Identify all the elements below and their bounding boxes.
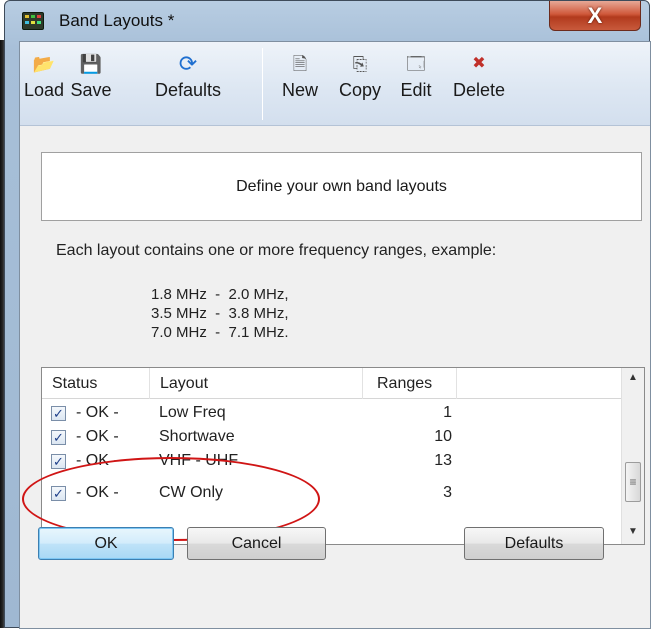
load-label: Load: [23, 80, 65, 100]
copy-icon: ⎘: [352, 54, 368, 74]
defaults-label: Defaults: [154, 80, 222, 100]
banner-text: Define your own band layouts: [236, 177, 447, 195]
delete-button[interactable]: ✖ Delete: [444, 50, 514, 122]
delete-x-icon: ✖: [472, 55, 486, 72]
row-ranges: 3: [443, 484, 452, 501]
delete-label: Delete: [452, 80, 506, 100]
app-icon: [22, 12, 44, 30]
window-title: Band Layouts *: [59, 11, 175, 30]
row-ranges: 10: [434, 428, 452, 445]
cancel-button[interactable]: Cancel: [187, 527, 326, 560]
info-text: Each layout contains one or more frequen…: [56, 242, 497, 259]
example-line: 7.0 MHz - 7.1 MHz.: [151, 324, 289, 341]
floppy-disk-icon: 💾: [79, 54, 103, 74]
toolbar: 📂 Load 💾 Save ⟳ Defaults 🗎 New ⎘ Copy 🗔: [20, 42, 650, 126]
column-header-status[interactable]: Status: [42, 368, 150, 399]
load-button[interactable]: 📂 Load: [22, 50, 66, 122]
title-bar[interactable]: Band Layouts * X: [5, 1, 649, 41]
new-button[interactable]: 🗎 New: [274, 50, 326, 122]
row-checkbox[interactable]: ✓: [51, 454, 66, 469]
row-ranges: 13: [434, 452, 452, 469]
edit-label: Edit: [400, 80, 432, 100]
example-line: 3.5 MHz - 3.8 MHz,: [151, 305, 289, 322]
ok-button[interactable]: OK: [38, 527, 174, 560]
save-label: Save: [70, 80, 112, 100]
close-button[interactable]: X: [549, 1, 641, 31]
row-checkbox[interactable]: ✓: [51, 406, 66, 421]
new-document-icon: 🗎: [292, 54, 308, 74]
close-icon: X: [587, 2, 603, 28]
refresh-arrows-icon: ⟳: [178, 51, 198, 76]
row-layout: Low Freq: [159, 404, 226, 421]
folder-open-icon: 📂: [32, 54, 56, 74]
copy-button[interactable]: ⎘ Copy: [332, 50, 388, 122]
row-status: - OK -: [76, 428, 119, 445]
copy-label: Copy: [338, 80, 382, 100]
column-header-layout[interactable]: Layout: [150, 368, 363, 399]
header-banner: Define your own band layouts: [41, 152, 642, 221]
list-row[interactable]: ✓ - OK - Shortwave 10: [42, 427, 622, 451]
toolbar-separator: [262, 48, 263, 120]
list-scrollbar[interactable]: ▲ ≡ ▼: [621, 368, 644, 544]
list-row[interactable]: ✓ - OK - Low Freq 1: [42, 403, 622, 427]
new-label: New: [281, 80, 318, 100]
scrollbar-thumb[interactable]: ≡: [625, 462, 641, 502]
row-ranges: 1: [443, 404, 452, 421]
column-header-ranges[interactable]: Ranges: [363, 368, 457, 399]
example-ranges: 1.8 MHz - 2.0 MHz, 3.5 MHz - 3.8 MHz, 7.…: [151, 285, 289, 342]
list-header: Status Layout Ranges: [42, 368, 622, 399]
scroll-down-icon[interactable]: ▼: [628, 526, 638, 537]
save-button[interactable]: 💾 Save: [68, 50, 114, 122]
edit-button[interactable]: 🗔 Edit: [394, 50, 438, 122]
row-status: - OK -: [76, 404, 119, 421]
defaults-button[interactable]: Defaults: [464, 527, 604, 560]
defaults-toolbar-button[interactable]: ⟳ Defaults: [118, 50, 258, 122]
example-line: 1.8 MHz - 2.0 MHz,: [151, 286, 289, 303]
row-checkbox[interactable]: ✓: [51, 430, 66, 445]
row-layout: Shortwave: [159, 428, 235, 445]
properties-icon: 🗔: [406, 54, 426, 74]
scroll-up-icon[interactable]: ▲: [628, 372, 638, 383]
